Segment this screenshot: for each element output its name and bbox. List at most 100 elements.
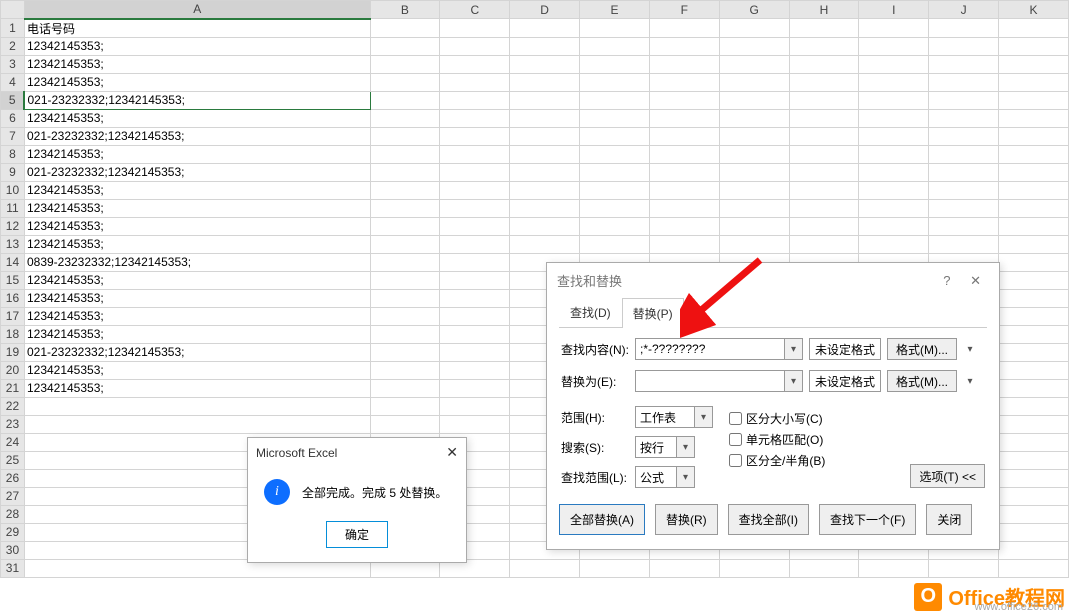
cell[interactable]: [999, 523, 1069, 541]
cell[interactable]: [999, 235, 1069, 253]
cell[interactable]: [649, 217, 719, 235]
cell[interactable]: [440, 127, 510, 145]
cell[interactable]: [510, 181, 580, 199]
cell[interactable]: [999, 109, 1069, 127]
cell[interactable]: [929, 37, 999, 55]
cell[interactable]: [440, 415, 510, 433]
find-input[interactable]: [635, 338, 785, 360]
cell[interactable]: [929, 235, 999, 253]
cell[interactable]: [440, 253, 510, 271]
cell[interactable]: [440, 271, 510, 289]
cell[interactable]: [510, 91, 580, 109]
cell[interactable]: [789, 145, 859, 163]
cell[interactable]: [719, 109, 789, 127]
row-header[interactable]: 24: [1, 433, 25, 451]
column-header[interactable]: D: [510, 1, 580, 19]
cell[interactable]: [370, 361, 440, 379]
column-header[interactable]: A: [24, 1, 370, 19]
cell[interactable]: [440, 37, 510, 55]
cell[interactable]: [440, 235, 510, 253]
cell[interactable]: [440, 199, 510, 217]
cell[interactable]: 12342145353;: [24, 73, 370, 91]
scope-dropdown-button[interactable]: ▾: [695, 406, 713, 428]
cell[interactable]: [370, 415, 440, 433]
replace-button[interactable]: 替换(R): [655, 504, 718, 535]
cell[interactable]: [370, 163, 440, 181]
cell[interactable]: [999, 127, 1069, 145]
cell[interactable]: [580, 37, 650, 55]
cell[interactable]: [370, 73, 440, 91]
cell[interactable]: [789, 181, 859, 199]
row-header[interactable]: 20: [1, 361, 25, 379]
cell[interactable]: [999, 163, 1069, 181]
cell[interactable]: [580, 145, 650, 163]
row-header[interactable]: 18: [1, 325, 25, 343]
row-header[interactable]: 28: [1, 505, 25, 523]
cell[interactable]: 021-23232332;12342145353;: [24, 343, 370, 361]
cell[interactable]: [999, 487, 1069, 505]
cell[interactable]: [24, 397, 370, 415]
cell[interactable]: [649, 73, 719, 91]
cell[interactable]: [999, 559, 1069, 577]
cell[interactable]: [999, 451, 1069, 469]
replace-all-button[interactable]: 全部替换(A): [559, 504, 645, 535]
cell[interactable]: [929, 199, 999, 217]
match-case-checkbox[interactable]: 区分大小写(C): [729, 410, 825, 427]
scope-select[interactable]: [635, 406, 695, 428]
cell[interactable]: [719, 37, 789, 55]
cell[interactable]: [999, 217, 1069, 235]
cell[interactable]: [370, 397, 440, 415]
cell[interactable]: [789, 55, 859, 73]
cell[interactable]: [999, 145, 1069, 163]
cell[interactable]: [999, 55, 1069, 73]
cell[interactable]: [789, 235, 859, 253]
cell[interactable]: [789, 73, 859, 91]
cell[interactable]: [859, 145, 929, 163]
column-header[interactable]: J: [929, 1, 999, 19]
cell[interactable]: [999, 37, 1069, 55]
cell[interactable]: [370, 199, 440, 217]
cell[interactable]: [440, 307, 510, 325]
cell[interactable]: [999, 343, 1069, 361]
cell[interactable]: [510, 145, 580, 163]
cell[interactable]: [999, 541, 1069, 559]
cell[interactable]: [440, 181, 510, 199]
find-format-button[interactable]: 格式(M)...: [887, 338, 957, 360]
cell[interactable]: [859, 235, 929, 253]
replace-format-button[interactable]: 格式(M)...: [887, 370, 957, 392]
cell[interactable]: [999, 469, 1069, 487]
close-icon[interactable]: ✕: [970, 273, 989, 288]
cell[interactable]: [929, 217, 999, 235]
cell[interactable]: [999, 505, 1069, 523]
cell[interactable]: 021-23232332;12342145353;: [24, 127, 370, 145]
cell[interactable]: [719, 19, 789, 38]
cell[interactable]: [719, 127, 789, 145]
cell[interactable]: [719, 73, 789, 91]
cell[interactable]: [649, 19, 719, 38]
match-width-checkbox[interactable]: 区分全/半角(B): [729, 452, 825, 469]
cell[interactable]: [649, 199, 719, 217]
row-header[interactable]: 25: [1, 451, 25, 469]
row-header[interactable]: 16: [1, 289, 25, 307]
cell[interactable]: [999, 307, 1069, 325]
cell[interactable]: [370, 127, 440, 145]
cell[interactable]: [649, 37, 719, 55]
column-header[interactable]: E: [580, 1, 650, 19]
row-header[interactable]: 30: [1, 541, 25, 559]
cell[interactable]: [370, 307, 440, 325]
cell[interactable]: [370, 145, 440, 163]
cell[interactable]: [789, 559, 859, 577]
cell[interactable]: [999, 181, 1069, 199]
cell[interactable]: [999, 91, 1069, 109]
cell[interactable]: [440, 19, 510, 38]
cell[interactable]: [440, 91, 510, 109]
row-header[interactable]: 15: [1, 271, 25, 289]
help-icon[interactable]: ?: [943, 273, 958, 288]
cell[interactable]: [580, 19, 650, 38]
cell[interactable]: [719, 559, 789, 577]
cell[interactable]: [440, 217, 510, 235]
column-header[interactable]: C: [440, 1, 510, 19]
cell[interactable]: [789, 37, 859, 55]
cell[interactable]: [370, 271, 440, 289]
cell[interactable]: [999, 433, 1069, 451]
